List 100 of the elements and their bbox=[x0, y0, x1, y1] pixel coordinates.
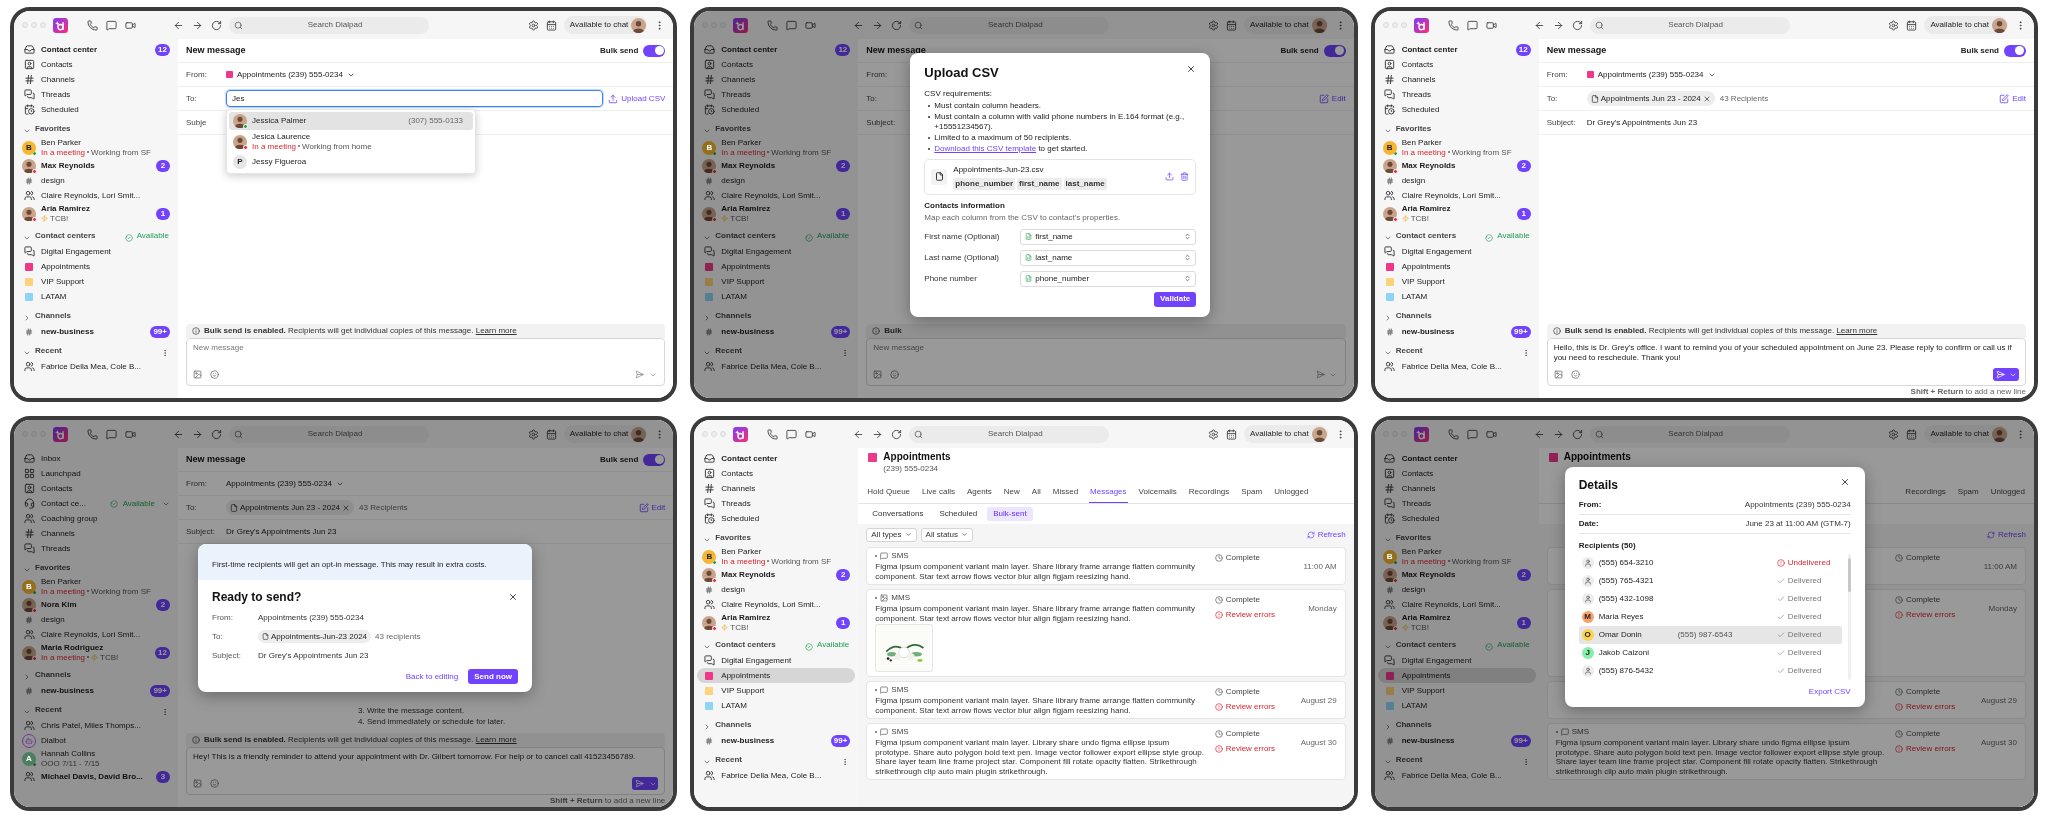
field-label: Date: bbox=[1578, 518, 1599, 530]
recipient-count: 43 Recipients bbox=[359, 501, 408, 514]
subject-text: Dr Grey's Appointments Jun 23 bbox=[226, 525, 337, 538]
toggle-label: Bulk send bbox=[1960, 44, 1999, 57]
requirement-text: Limited to a maximum of 50 recipients. bbox=[934, 132, 1072, 143]
status-text: Complete bbox=[1225, 552, 1260, 564]
avatar: B bbox=[22, 140, 36, 155]
page-title: New message bbox=[1546, 43, 1607, 57]
message-time: Monday bbox=[1988, 604, 2017, 613]
unread-count: 2 bbox=[836, 568, 851, 581]
warning-text: First-time recipients will get an opt-in message. This may result in extra costs. bbox=[212, 560, 487, 569]
page-title: New message bbox=[186, 452, 246, 466]
page-title: New message bbox=[186, 43, 246, 57]
section-heading: Recent bbox=[715, 754, 743, 766]
recipients-heading: Recipients (50) bbox=[1578, 540, 1637, 552]
avatar: B bbox=[22, 579, 36, 594]
requirement-text: Must contain column headers. bbox=[934, 100, 1042, 111]
field-label: From: bbox=[866, 68, 889, 81]
recipient-count: 43 Recipients bbox=[1719, 92, 1769, 105]
avatar: B bbox=[702, 549, 717, 564]
instruction-text: 3. Write the message content. bbox=[358, 705, 465, 716]
requirement-text: Download this CSV template to get started. bbox=[934, 143, 1088, 154]
section-heading: Channels bbox=[35, 669, 72, 681]
unread-count: 99+ bbox=[150, 684, 170, 697]
section-heading: Recent bbox=[1395, 345, 1424, 357]
message-type: SMS bbox=[891, 551, 909, 561]
avatar: B bbox=[1382, 549, 1397, 564]
recipient-chip: Appointments-Jun-23 2024 bbox=[258, 630, 372, 643]
column-tag: phone_number bbox=[953, 177, 1016, 190]
delivery-status: Undelivered bbox=[1787, 557, 1831, 569]
field-label: Subject: bbox=[186, 525, 216, 538]
section-heading: Favorites bbox=[715, 532, 752, 544]
availability-status: Available bbox=[1497, 639, 1530, 651]
recipient-name: Omar Donin bbox=[1598, 629, 1643, 641]
message-time: Monday bbox=[1308, 604, 1337, 613]
recipient-name: (555) 654-3210 bbox=[1598, 557, 1655, 569]
section-heading: Contact centers bbox=[715, 639, 777, 651]
page-title: Appointments bbox=[1563, 451, 1631, 463]
unread-count: 1 bbox=[1516, 207, 1531, 220]
delivery-status: Delivered bbox=[1787, 647, 1822, 659]
recipient-name: (555) 876-5432 bbox=[1598, 665, 1655, 677]
message-time: August 30 bbox=[1980, 738, 2017, 747]
field-label: To: bbox=[186, 92, 198, 105]
unread-count: 1 bbox=[156, 207, 170, 220]
recipient-count: 43 recipients bbox=[375, 630, 421, 643]
message-time: 11:00 AM bbox=[1983, 562, 2017, 571]
notice-text: Bulk bbox=[884, 325, 902, 337]
field-label: To: bbox=[212, 630, 224, 643]
unread-count: 2 bbox=[156, 598, 170, 611]
notice-text: Bulk send is enabled. Recipients will get individual copies of this message. Learn more bbox=[204, 325, 517, 337]
unread-count: 12 bbox=[835, 43, 851, 56]
requirement-text: Must contain a column with valid phone numbers in E.164 format (e.g., +15551234567). bbox=[934, 111, 1186, 132]
unread-count: 99+ bbox=[830, 325, 851, 338]
status-text: Complete bbox=[1225, 594, 1260, 606]
section-heading: Contact centers bbox=[35, 230, 97, 242]
notice-text: Bulk send is enabled. Recipients will get individual copies of this message. Learn more bbox=[204, 734, 517, 746]
message-time: August 29 bbox=[1300, 696, 1337, 705]
field-label: To: bbox=[186, 501, 198, 514]
avatar: P bbox=[233, 155, 247, 169]
availability-status: Available bbox=[817, 639, 850, 651]
unread-count: 99+ bbox=[1511, 325, 1531, 338]
field-value: Dr Grey's Appointments Jun 23 bbox=[258, 649, 369, 662]
status-text: Complete bbox=[1906, 686, 1941, 698]
field-label: Subject: bbox=[866, 116, 897, 129]
dialog-title: Upload CSV bbox=[924, 64, 999, 82]
unread-count: 2 bbox=[836, 159, 851, 172]
field-label: From: bbox=[1546, 68, 1569, 81]
recipient-name: Jakob Calzoni bbox=[1598, 647, 1650, 659]
section-heading: Contact centers bbox=[715, 230, 777, 242]
phone-number: (239) 555-0234 bbox=[883, 463, 940, 475]
unread-count: 12 bbox=[155, 43, 170, 56]
toggle-label: Bulk send bbox=[1280, 44, 1319, 57]
recipient-phone: (555) 987-6543 bbox=[1677, 629, 1733, 641]
unread-count: 1 bbox=[1516, 616, 1531, 629]
recipient-name: (555) 432-1098 bbox=[1598, 593, 1655, 605]
message-time: August 30 bbox=[1300, 738, 1337, 747]
message-type: SMS bbox=[891, 685, 909, 695]
column-tag: last_name bbox=[1063, 177, 1107, 190]
unread-count: 99+ bbox=[830, 734, 851, 747]
field-label: From: bbox=[186, 68, 208, 81]
field-label: From: bbox=[1578, 499, 1602, 511]
avatar: M bbox=[1581, 611, 1594, 623]
availability-status: Available bbox=[817, 230, 850, 242]
field-label: Subject: bbox=[1546, 116, 1577, 129]
section-heading: Favorites bbox=[1395, 123, 1433, 135]
section-heading: Favorites bbox=[35, 562, 72, 574]
delivery-status: Delivered bbox=[1787, 629, 1822, 641]
availability-status: Available bbox=[1497, 230, 1530, 242]
field-value: June 23 at 11:00 AM (GTM-7) bbox=[1745, 518, 1851, 530]
section-heading: Favorites bbox=[1395, 532, 1433, 544]
delivery-status: Delivered bbox=[1787, 575, 1822, 587]
delivery-status: Delivered bbox=[1787, 665, 1822, 677]
notice-text: Bulk send is enabled. Recipients will get individual copies of this message. Learn more bbox=[1564, 325, 1878, 337]
unread-count: 99+ bbox=[1511, 734, 1531, 747]
section-heading: Channels bbox=[715, 719, 753, 731]
unread-count: 2 bbox=[1516, 568, 1531, 581]
message-time: 11:00 AM bbox=[1303, 562, 1337, 571]
message-type: SMS bbox=[891, 727, 909, 737]
page-title: New message bbox=[866, 43, 926, 57]
mapping-label: Phone number bbox=[924, 272, 978, 285]
